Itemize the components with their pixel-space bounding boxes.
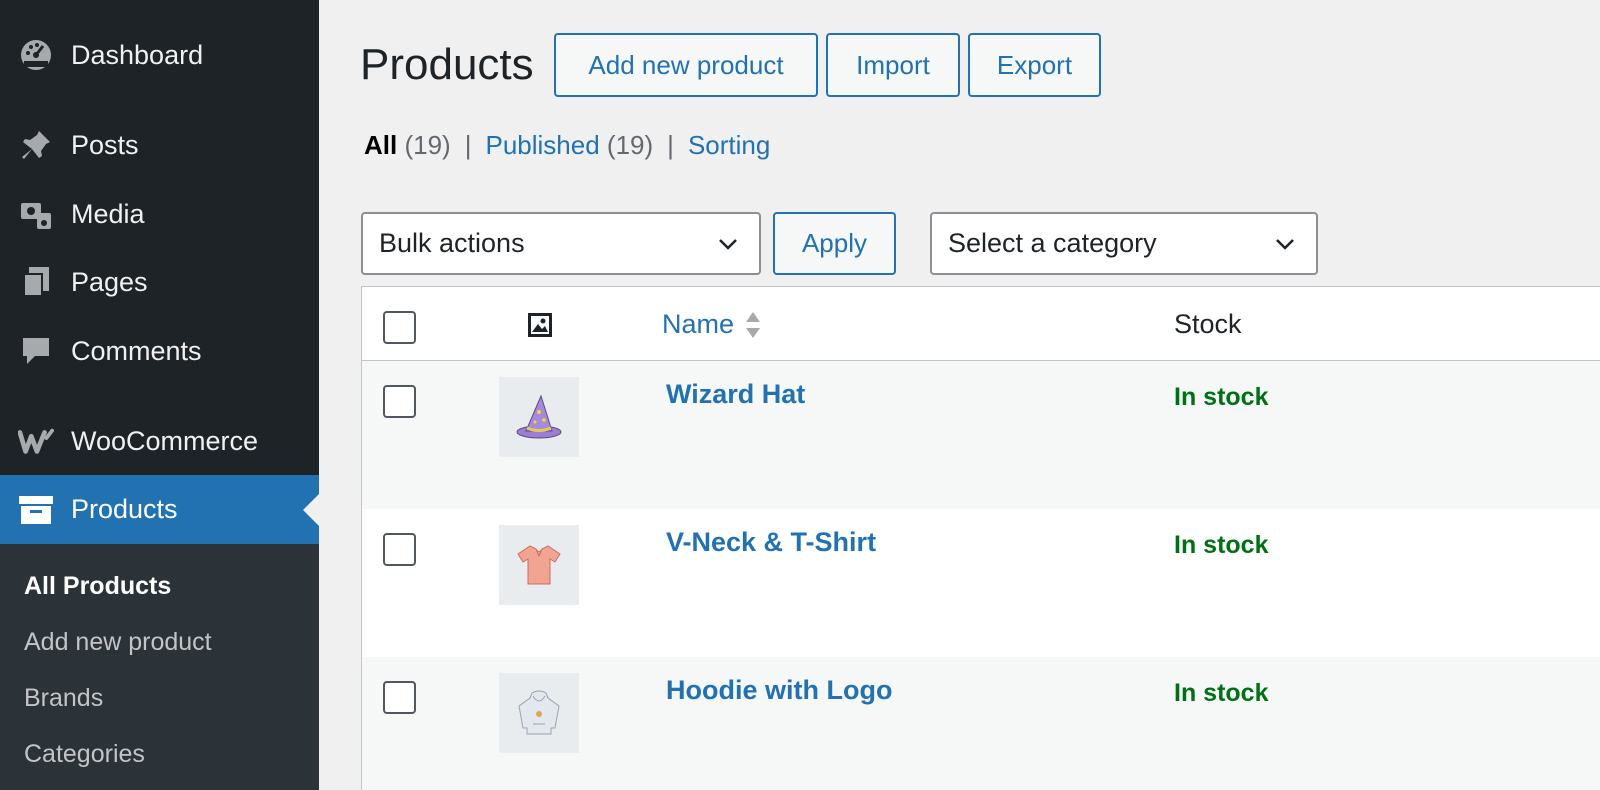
export-button[interactable]: Export [968,33,1101,97]
row-checkbox[interactable] [383,533,416,566]
sort-arrows-icon [746,311,761,338]
sidebar-item-products[interactable]: Products [0,475,319,544]
bulk-actions-value: Bulk actions [379,228,525,258]
sidebar-label: Products [71,494,178,524]
submenu-item-all-products[interactable]: All Products [24,572,171,601]
submenu-item-brands[interactable]: Brands [24,684,103,713]
column-header-name[interactable]: Name [662,309,762,340]
add-new-product-button[interactable]: Add new product [554,33,818,97]
filter-all-count: (19) [404,130,451,160]
table-row: Wizard Hat In stock [362,361,1600,509]
product-name-link[interactable]: V-Neck & T-Shirt [666,527,876,558]
bulk-actions-select[interactable]: Bulk actions [361,212,761,275]
submenu-item-categories[interactable]: Categories [24,740,145,769]
media-icon [18,196,54,232]
filter-published[interactable]: Published [485,130,599,161]
product-thumbnail[interactable] [499,525,579,605]
products-table: Name Stock Wizard Hat In stock V-Neck & [361,286,1600,790]
separator: | [667,130,674,160]
comment-icon [18,333,54,369]
sidebar-item-posts[interactable]: Posts [0,117,319,173]
product-thumbnail[interactable] [499,377,579,457]
separator: | [464,130,472,160]
sidebar-item-pages[interactable]: Pages [0,254,319,310]
stock-status: In stock [1174,531,1269,559]
archive-box-icon [18,492,54,528]
hoodie-icon [518,690,560,735]
column-header-stock: Stock [1174,309,1242,339]
tshirt-icon [517,545,561,585]
sidebar-item-media[interactable]: Media [0,186,319,242]
product-name-link[interactable]: Hoodie with Logo [666,675,892,706]
dashboard-icon [18,37,54,73]
image-icon [528,313,552,337]
stock-status: In stock [1174,679,1269,707]
submenu-item-add-new-product[interactable]: Add new product [24,628,212,657]
sidebar-label: Comments [71,335,202,366]
sidebar-label: Posts [71,129,139,160]
pin-icon [18,127,54,163]
status-filter-links: All (19) | Published (19) | Sorting [364,130,770,161]
products-submenu: All Products Add new product Brands Cate… [0,544,319,790]
table-header: Name Stock [362,287,1600,361]
sidebar-item-comments[interactable]: Comments [0,323,319,379]
row-checkbox[interactable] [383,681,416,714]
column-name-label: Name [662,309,735,339]
product-thumbnail[interactable] [499,673,579,753]
sidebar-item-dashboard[interactable]: Dashboard [0,27,319,83]
chevron-down-icon [1276,239,1294,250]
wizard-hat-icon [516,394,562,439]
sidebar-label: Pages [71,266,148,297]
admin-sidebar: Dashboard Posts Media Pages Comments Woo… [0,0,319,790]
table-row: Hoodie with Logo In stock [362,657,1600,790]
pages-icon [18,264,54,300]
filter-sorting[interactable]: Sorting [688,130,770,161]
sidebar-label: Media [71,198,145,229]
sidebar-label: WooCommerce [71,425,259,456]
page-title: Products [360,40,534,89]
sidebar-item-woocommerce[interactable]: WooCommerce [0,413,319,469]
table-row: V-Neck & T-Shirt In stock [362,509,1600,657]
sidebar-label: Dashboard [71,39,204,70]
stock-status: In stock [1174,383,1269,411]
product-name-link[interactable]: Wizard Hat [666,379,805,410]
category-value: Select a category [948,228,1157,258]
woocommerce-icon [18,423,54,459]
select-all-checkbox[interactable] [383,311,416,344]
chevron-down-icon [719,239,737,250]
filter-published-count: (19) [606,130,654,160]
category-select[interactable]: Select a category [930,212,1318,275]
filter-all[interactable]: All [364,130,397,161]
row-checkbox[interactable] [383,385,416,418]
apply-button[interactable]: Apply [773,212,896,275]
import-button[interactable]: Import [826,33,960,97]
